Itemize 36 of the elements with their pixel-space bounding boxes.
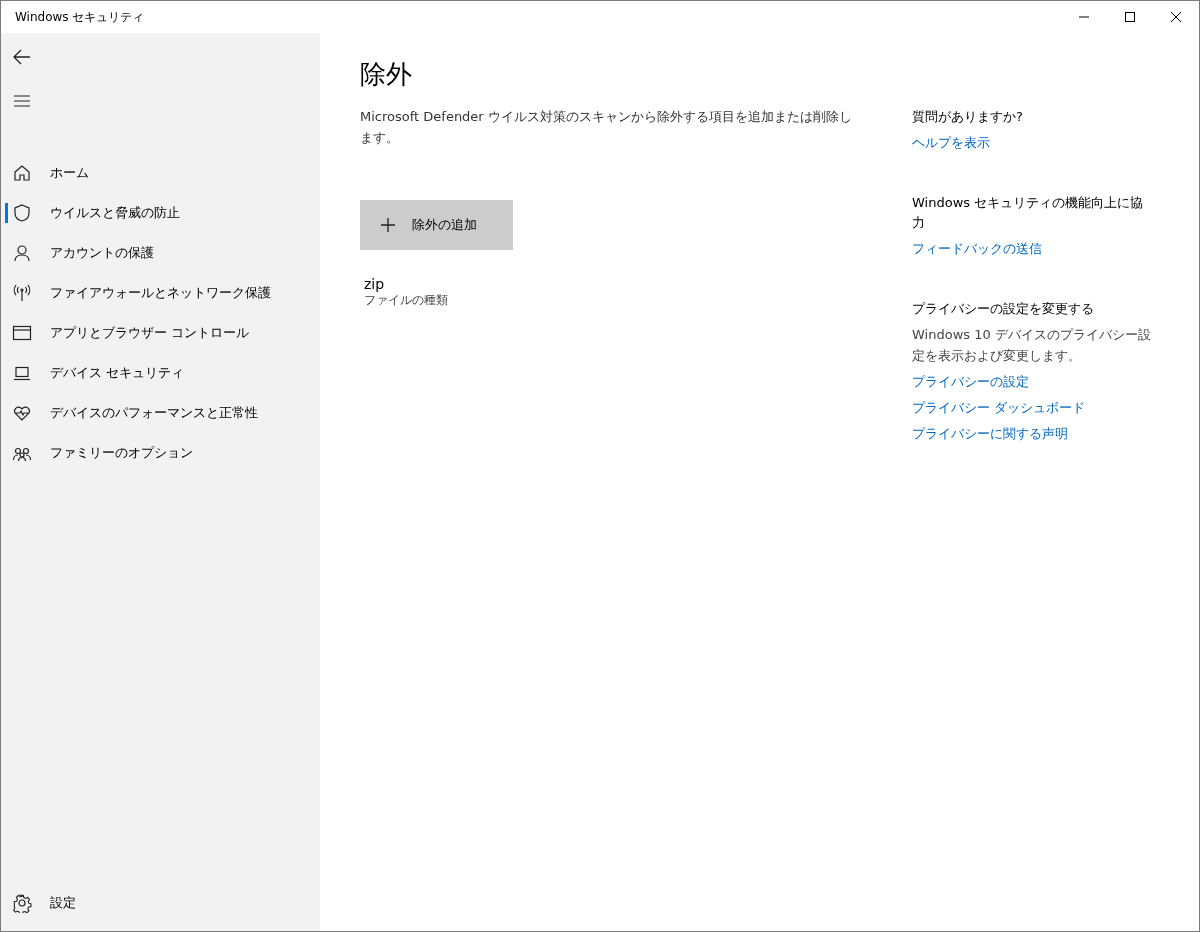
window-icon — [12, 323, 32, 343]
section-text: Windows 10 デバイスのプライバシー設定を表示および変更します。 — [912, 326, 1152, 365]
antenna-icon — [12, 283, 32, 303]
person-icon — [12, 243, 32, 263]
home-icon — [12, 163, 32, 183]
link[interactable]: プライバシー ダッシュボード — [912, 397, 1086, 418]
link[interactable]: ヘルプを表示 — [912, 132, 990, 153]
maximize-icon — [1124, 11, 1136, 23]
plus-icon — [380, 217, 396, 233]
sidebar-item[interactable]: アプリとブラウザー コントロール — [1, 313, 320, 353]
link[interactable]: プライバシーの設定 — [912, 371, 1029, 392]
sidebar-item[interactable]: ファミリーのオプション — [1, 433, 320, 473]
link[interactable]: フィードバックの送信 — [912, 238, 1042, 259]
heart-icon — [12, 403, 32, 423]
sidebar-item[interactable]: デバイス セキュリティ — [1, 353, 320, 393]
page-description: Microsoft Defender ウイルス対策のスキャンから除外する項目を追加または削除します。 — [360, 108, 853, 147]
section-heading: Windows セキュリティの機能向上に協力 — [912, 194, 1145, 232]
back-arrow-icon — [12, 47, 32, 67]
exclusion-type: ファイルの種類 — [364, 292, 448, 309]
link[interactable]: プライバシーに関する声明 — [912, 423, 1068, 444]
exclusion-name[interactable]: zip — [364, 276, 448, 292]
close-icon — [1170, 11, 1182, 23]
section-heading: 質問がありますか? — [912, 108, 1023, 126]
window-title: Windows セキュリティ — [14, 8, 145, 26]
page-title: 除外 — [360, 58, 412, 91]
add-exclusion-button[interactable]: 除外の追加 — [360, 200, 513, 250]
sidebar-item[interactable]: ウイルスと脅威の防止 — [1, 193, 320, 233]
menu-icon — [13, 94, 31, 108]
settings-icon — [12, 893, 32, 913]
sidebar-item[interactable]: ホーム — [1, 153, 320, 193]
shield-icon — [12, 203, 32, 223]
sidebar-item[interactable]: ファイアウォールとネットワーク保護 — [1, 273, 320, 313]
settings-item[interactable]: 設定 — [1, 883, 320, 923]
sidebar-item[interactable]: アカウントの保護 — [1, 233, 320, 273]
section-heading: プライバシーの設定を変更する — [912, 300, 1094, 318]
sidebar-item[interactable]: デバイスのパフォーマンスと正常性 — [1, 393, 320, 433]
